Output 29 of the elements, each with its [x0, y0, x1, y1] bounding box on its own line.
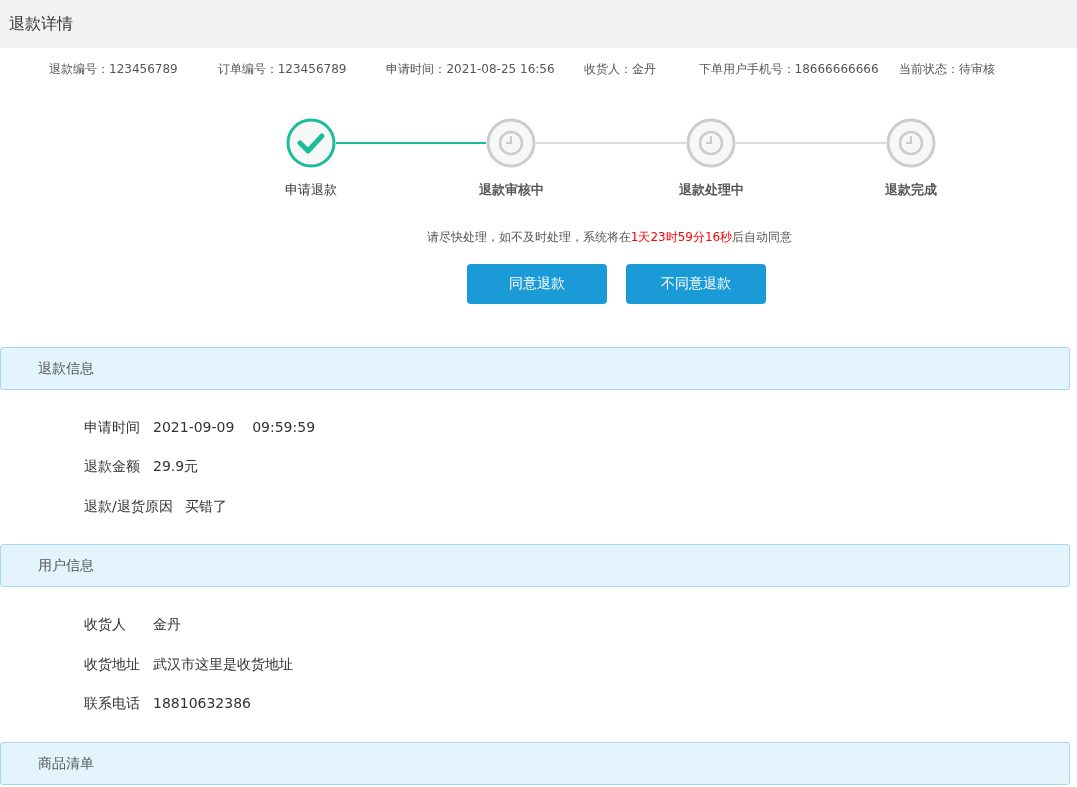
step-label: 退款完成: [885, 181, 937, 199]
summary-field: 当前状态：待审核: [898, 60, 995, 78]
field-value: 2021-09-09 09:59:59: [153, 417, 316, 437]
field-value: 18810632386: [153, 694, 251, 714]
section-title: 退款信息: [38, 358, 94, 378]
summary-field: 退款编号：123456789: [49, 60, 178, 78]
step-label: 退款审核中: [478, 181, 544, 199]
field-label: 收货人: [84, 615, 127, 635]
countdown-notice: 请尽快处理，如不及时处理，系统将在1天23时59分16秒后自动同意: [426, 229, 793, 244]
field-label: 联系电话: [84, 694, 141, 714]
step-label: 申请退款: [285, 181, 337, 199]
reject-button[interactable]: 不同意退款: [625, 263, 766, 304]
step-label: 退款处理中: [678, 181, 744, 199]
section-title: 商品清单: [38, 753, 94, 773]
field-value: 买错了: [184, 496, 227, 516]
summary-field: 申请时间：2021-08-25 16:56: [386, 60, 555, 78]
field-value: 29.9元: [153, 457, 199, 477]
section-title: 用户信息: [38, 556, 94, 575]
field-label: 退款/退货原因: [84, 496, 173, 516]
field-label: 退款金额: [84, 457, 141, 477]
summary-field: 下单用户手机号：18666666666: [698, 60, 879, 78]
field-value: 金丹: [153, 615, 181, 635]
summary-field: 收货人：金丹: [583, 60, 656, 78]
field-value: 武汉市这里是收货地址: [153, 654, 293, 674]
summary-field: 订单编号：123456789: [217, 60, 347, 78]
approve-button[interactable]: 同意退款: [466, 263, 607, 304]
field-label: 收货地址: [84, 654, 141, 674]
field-label: 申请时间: [84, 417, 141, 437]
page-title: 退款详情: [9, 13, 73, 35]
